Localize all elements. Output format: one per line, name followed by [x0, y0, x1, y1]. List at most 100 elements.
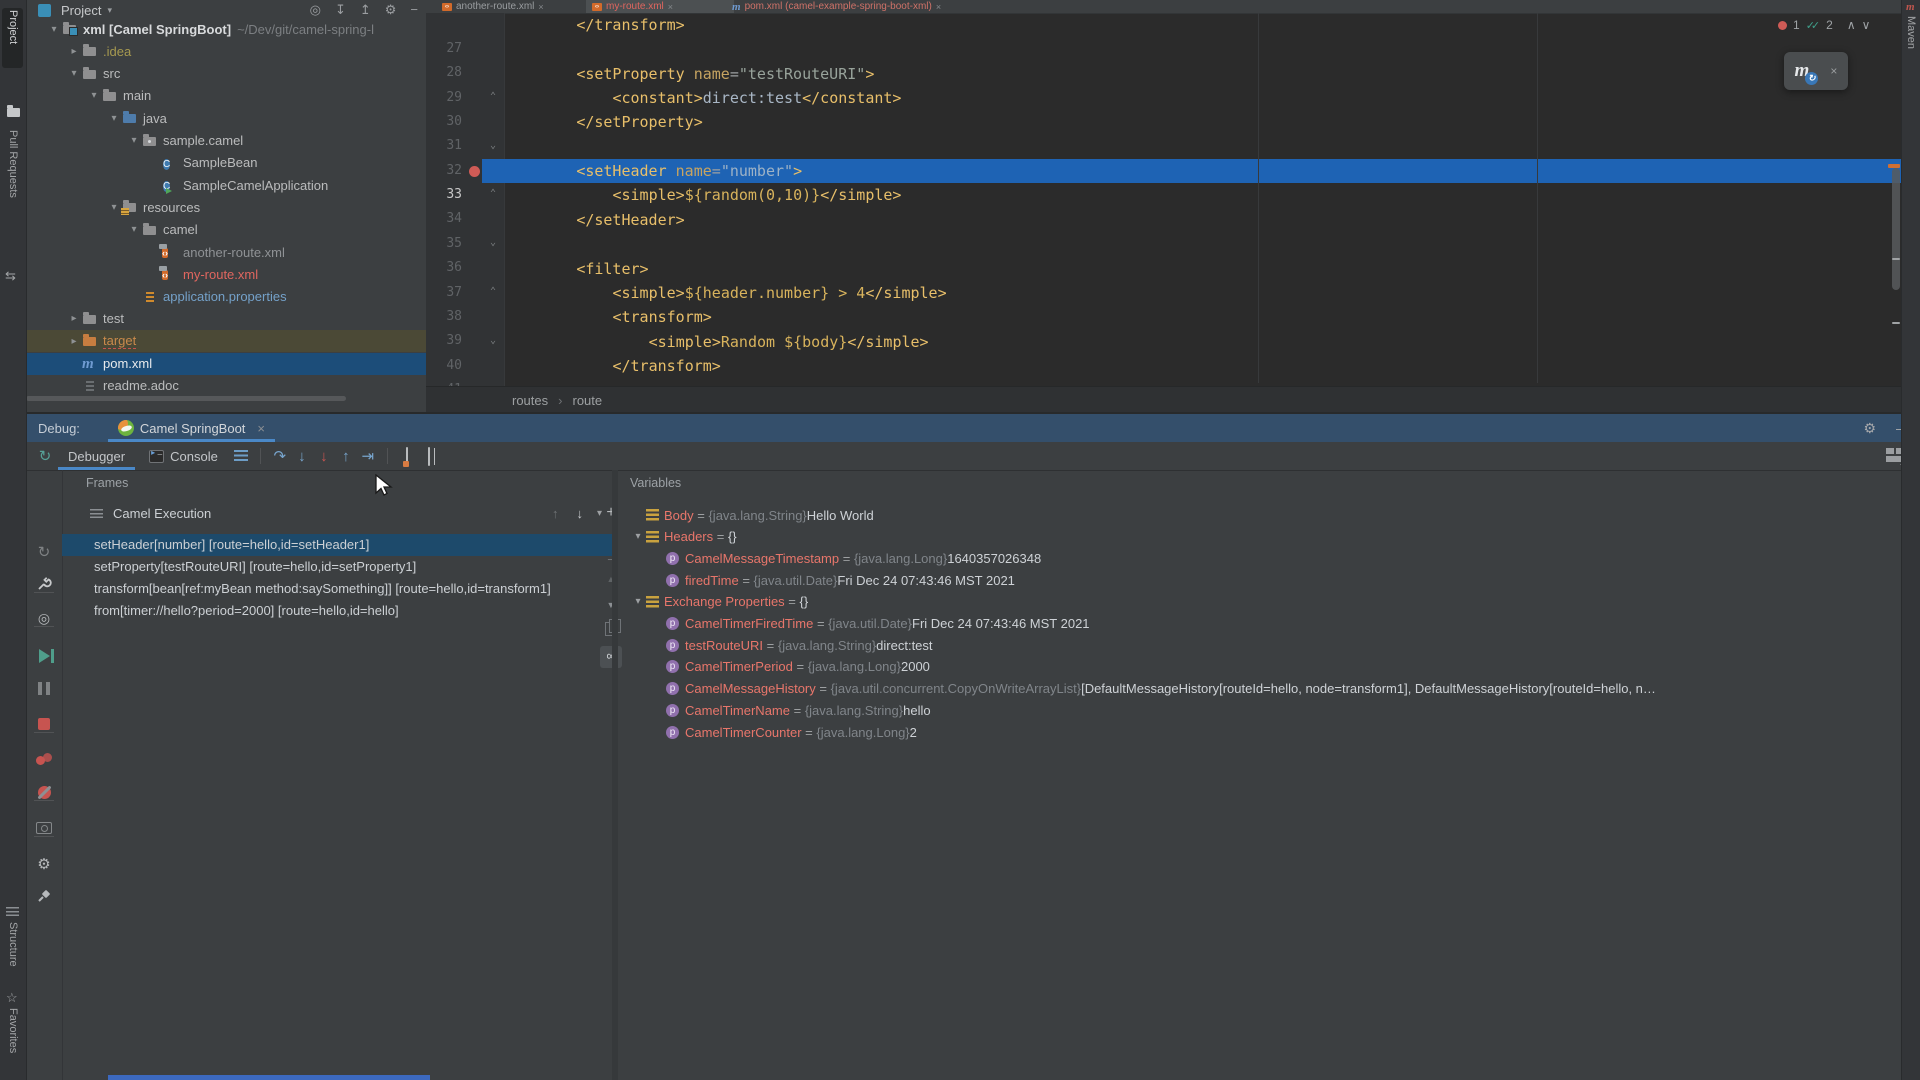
force-step-into-icon[interactable]: ↓ [313, 448, 335, 465]
editor-scrollbar[interactable] [1892, 168, 1900, 290]
chevron-right-icon[interactable]: ▸ [66, 46, 82, 57]
resume-icon[interactable] [26, 644, 62, 668]
chevron-right-icon[interactable]: ▸ [66, 336, 82, 347]
chevron-down-icon[interactable]: ▾ [126, 135, 142, 146]
tree-row-SampleCamelApplication[interactable]: CSampleCamelApplication [26, 174, 426, 196]
chevron-down-icon[interactable]: ▾ [106, 113, 122, 124]
code-line-34[interactable]: 34 <simple>${random(0,10)}</simple> [426, 183, 1902, 207]
stripe-mark[interactable] [1892, 258, 1900, 260]
toolwindow-label-favorites[interactable]: Favorites [7, 1008, 19, 1053]
code-line-37[interactable]: 37 ⌄ <filter> [426, 257, 1902, 281]
toolwindow-label-pull-requests[interactable]: Pull Requests [7, 130, 19, 198]
tree-row-application.properties[interactable]: application.properties [26, 286, 426, 308]
settings-gear-icon[interactable]: ⚙ [26, 852, 62, 876]
variable-row-CamelMessageTimestamp[interactable]: pCamelMessageTimestamp = {java.lang.Long… [618, 547, 1920, 569]
variable-row-firedTime[interactable]: pfiredTime = {java.util.Date} Fri Dec 24… [618, 569, 1920, 591]
toolwindow-label-structure[interactable]: Structure [7, 922, 19, 967]
step-into-icon[interactable]: ↓ [291, 448, 313, 465]
code-line-40[interactable]: 40 <simple>Random ${body}</simple> [426, 330, 1902, 354]
step-out-icon[interactable]: ↑ [335, 448, 357, 465]
toolwindow-label-maven[interactable]: Maven [1905, 16, 1917, 49]
tree-row-test[interactable]: ▸test [26, 308, 426, 330]
next-problem-icon[interactable]: ∨ [1862, 18, 1871, 32]
tree-row-camel[interactable]: ▾camel [26, 219, 426, 241]
settings-gear-icon[interactable]: ⚙ [1863, 420, 1876, 437]
pull-requests-icon[interactable]: ⇆ [5, 268, 16, 284]
horizontal-scrollbar[interactable] [26, 396, 346, 401]
debug-toolwindow-button-highlight[interactable] [108, 1075, 430, 1080]
folder-icon[interactable] [6, 104, 19, 113]
editor-tab-1[interactable]: ‹› my-route.xml × [586, 0, 734, 14]
frame-row-0[interactable]: setHeader[number] [route=hello,id=setHea… [62, 534, 612, 556]
threads-view-icon[interactable] [230, 448, 252, 465]
chevron-down-icon[interactable]: ▾ [126, 224, 142, 235]
step-over-icon[interactable]: ↷ [269, 447, 291, 465]
prev-problem-icon[interactable]: ∧ [1847, 18, 1856, 32]
variable-row-CamelTimerCounter[interactable]: pCamelTimerCounter = {java.lang.Long} 2 [618, 721, 1920, 743]
editor-tab-0[interactable]: ‹› another-route.xml × [436, 0, 598, 13]
chevron-down-icon[interactable]: ▾ [106, 202, 122, 213]
frame-row-2[interactable]: transform[bean[ref:myBean method:saySome… [62, 578, 612, 600]
breadcrumb-routes[interactable]: routes [512, 393, 548, 408]
frame-up-icon[interactable]: ↑ [552, 506, 559, 521]
close-icon[interactable]: × [1830, 64, 1837, 78]
variable-row-Body[interactable]: Body = {java.lang.String} Hello World [618, 504, 1920, 526]
tree-row-my-route.xml[interactable]: ‹›my-route.xml [26, 263, 426, 285]
pin-icon[interactable] [26, 884, 62, 908]
expand-all-icon[interactable]: ↥ [360, 2, 371, 18]
close-icon[interactable]: × [936, 2, 941, 12]
tree-row-xml--Camel-SpringBoot-[interactable]: ▾xml [Camel SpringBoot]~/Dev/git/camel-s… [26, 18, 426, 40]
code-line-28[interactable]: 28 [426, 37, 1902, 61]
project-panel-title[interactable]: Project [61, 3, 101, 18]
frame-down-icon[interactable]: ↓ [576, 506, 583, 521]
chevron-down-icon[interactable]: ▾ [630, 596, 646, 607]
tree-row-main[interactable]: ▾main [26, 85, 426, 107]
evaluate-expression-icon[interactable] [396, 448, 418, 465]
tab-debugger[interactable]: Debugger [56, 442, 137, 470]
code-line-31[interactable]: 31 ⌃ </setProperty> [426, 110, 1902, 134]
breakpoints-icon[interactable] [26, 748, 62, 772]
run-to-cursor-icon[interactable]: ⇥ [357, 447, 379, 465]
editor-tab-2[interactable]: m pom.xml (camel-example-spring-boot-xml… [726, 0, 1038, 13]
maven-reload-icon[interactable]: m↻ [1795, 60, 1810, 82]
chevron-down-icon[interactable]: ▾ [66, 68, 82, 79]
variable-row-CamelTimerFiredTime[interactable]: pCamelTimerFiredTime = {java.util.Date} … [618, 613, 1920, 635]
tree-row-java[interactable]: ▾java [26, 107, 426, 129]
tree-row-readme.adoc[interactable]: readme.adoc [26, 375, 426, 397]
variable-row-CamelTimerPeriod[interactable]: pCamelTimerPeriod = {java.lang.Long} 200… [618, 656, 1920, 678]
tree-row-another-route.xml[interactable]: ‹›another-route.xml [26, 241, 426, 263]
pause-icon[interactable] [26, 678, 62, 702]
favorites-icon[interactable]: ☆ [6, 990, 18, 1006]
code-line-39[interactable]: 39 ⌄ <transform> [426, 305, 1902, 329]
code-line-35[interactable]: 35 ⌃ </setHeader> [426, 208, 1902, 232]
rerun-debug-icon[interactable]: ↻ [26, 540, 62, 564]
tab-console[interactable]: Console [137, 442, 230, 470]
tree-row-.idea[interactable]: ▸.idea [26, 40, 426, 62]
variable-row-CamelTimerName[interactable]: pCamelTimerName = {java.lang.String} hel… [618, 699, 1920, 721]
breadcrumb-route[interactable]: route [572, 393, 602, 408]
tree-row-sample.camel[interactable]: ▾sample.camel [26, 130, 426, 152]
close-icon[interactable]: × [257, 421, 265, 436]
tree-row-pom.xml[interactable]: mpom.xml [26, 353, 426, 375]
tree-row-src[interactable]: ▾src [26, 63, 426, 85]
code-line-32[interactable]: 32 [426, 135, 1902, 159]
breakpoint-icon[interactable] [469, 166, 480, 177]
tree-row-target[interactable]: ▸target [26, 330, 426, 352]
maven-reload-popup[interactable]: m↻ × [1784, 52, 1848, 90]
variable-row-Exchange-Properties[interactable]: ▾Exchange Properties = {} [618, 591, 1920, 613]
chevron-right-icon[interactable]: ▸ [66, 313, 82, 324]
variable-row-Headers[interactable]: ▾Headers = {} [618, 526, 1920, 548]
chevron-down-icon[interactable]: ▾ [630, 531, 646, 542]
maven-icon[interactable]: m [1906, 1, 1915, 13]
locate-file-icon[interactable]: ◎ [310, 2, 321, 18]
debug-session-tab[interactable]: Camel SpringBoot × [108, 414, 275, 442]
code-line-33[interactable]: 33 ⌄ <setHeader name="number"> [426, 159, 1902, 183]
settings-gear-icon[interactable]: ⚙ [385, 2, 397, 18]
tree-row-resources[interactable]: ▾resources [26, 196, 426, 218]
rerun-icon[interactable]: ↻ [34, 447, 56, 465]
thread-selector[interactable]: Camel Execution ↑ ↓ ▾ [62, 498, 612, 528]
code-line-29[interactable]: 29 ⌄ <setProperty name="testRouteURI"> [426, 62, 1902, 86]
stripe-mark-current-line[interactable] [1888, 164, 1900, 168]
code-line-41[interactable]: 41 ⌃ </transform> [426, 354, 1902, 378]
code-line-27[interactable]: 27 ⌃ </transform> [426, 13, 1902, 37]
